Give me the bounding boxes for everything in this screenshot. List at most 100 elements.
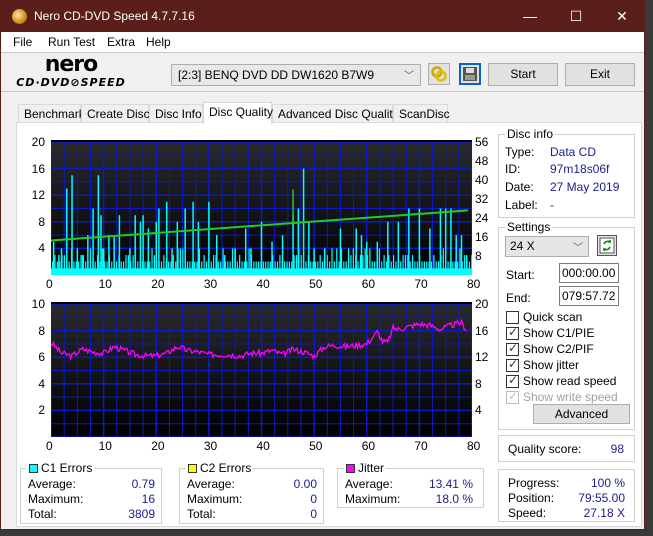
jitter-right-tick-label: 20 xyxy=(475,297,489,311)
c1-maximum-value: 16 xyxy=(141,492,155,506)
jitter-left-tick-label: 10 xyxy=(31,297,45,311)
speed-label: Speed: xyxy=(508,506,547,520)
c1-maximum-label: Maximum: xyxy=(28,492,84,506)
refresh-button[interactable] xyxy=(597,235,617,256)
c1-x-tick-label: 30 xyxy=(203,277,218,291)
logo-cd-dvd-speed-text: CD·DVD⊘SPEED xyxy=(16,76,126,89)
disc-type-label: Type: xyxy=(505,145,535,159)
disc-id-value: 97m18s06f xyxy=(550,162,610,176)
window-title: Nero CD-DVD Speed 4.7.7.16 xyxy=(34,9,195,23)
c1-left-tick-label: 20 xyxy=(31,135,45,149)
c1-c2-error-chart xyxy=(51,140,472,275)
read-speed-line xyxy=(51,209,469,242)
c2-average-value: 0.00 xyxy=(293,477,317,491)
progress-value: 100 % xyxy=(590,476,625,490)
disc-quality-panel: Disc info Type: Data CD ID: 97m18s06f Da… xyxy=(16,122,642,527)
checkbox-show-jitter[interactable] xyxy=(506,357,519,372)
jitter-right-tick-label: 4 xyxy=(475,403,482,418)
c2-maximum-label: Maximum: xyxy=(187,492,243,506)
speed-value: 27.18 X xyxy=(583,506,625,520)
menu-bar: File Run Test Extra Help xyxy=(1,32,644,52)
c1-right-tick-label: 24 xyxy=(475,211,489,225)
chevron-down-icon: ﹀ xyxy=(404,71,414,82)
checkbox-label: Quick scan xyxy=(523,310,583,324)
jitter-average-value: 13.41 % xyxy=(428,477,473,491)
c2-total-value: 0 xyxy=(310,507,317,521)
c1-x-tick-label: 40 xyxy=(256,277,270,291)
position-value: 79:55.00 xyxy=(578,491,625,505)
jitter-left-tick-label: 2 xyxy=(38,403,45,418)
jitter-right-tick-label: 16 xyxy=(475,323,489,338)
minimize-button[interactable]: — xyxy=(507,1,553,32)
tab-create-disc[interactable]: Create Disc xyxy=(81,104,150,123)
c1-color-swatch xyxy=(29,464,38,473)
start-button[interactable]: Start xyxy=(488,63,558,86)
exit-button[interactable]: Exit xyxy=(565,63,635,86)
jitter-title-text: Jitter xyxy=(358,461,385,475)
start-time-input[interactable] xyxy=(559,263,619,283)
jitter-chart xyxy=(51,302,472,437)
checkbox-show-c1-pie[interactable] xyxy=(506,325,519,340)
jitter-maximum-label: Maximum: xyxy=(345,492,401,506)
c2-errors-title-text: C2 Errors xyxy=(200,461,252,475)
jitter-color-swatch xyxy=(346,464,355,473)
checkbox-label: Show jitter xyxy=(523,358,580,372)
c2-color-swatch xyxy=(188,464,197,473)
menu-run-test[interactable]: Run Test xyxy=(48,35,95,49)
disc-date-label: Date: xyxy=(505,180,534,194)
menu-extra[interactable]: Extra xyxy=(107,35,135,49)
settings-title: Settings xyxy=(505,220,553,234)
c1-right-tick-label: 8 xyxy=(475,249,482,263)
jitter-average-label: Average: xyxy=(345,477,393,491)
c1-right-tick-label: 56 xyxy=(475,135,489,149)
title-bar: Nero CD-DVD Speed 4.7.7.16 — ☐ ✕ xyxy=(1,1,644,32)
close-button[interactable]: ✕ xyxy=(599,1,645,32)
checkbox-quick-scan[interactable] xyxy=(506,311,519,324)
jitter-x-tick-label: 30 xyxy=(203,439,218,453)
eject-swap-icon xyxy=(431,66,447,82)
jitter-x-tick-label: 0 xyxy=(46,439,53,453)
disc-type-value: Data CD xyxy=(550,145,597,159)
chevron-down-icon: ﹀ xyxy=(573,243,583,254)
quality-score-group: Quality score: 98 xyxy=(498,435,635,462)
jitter-x-tick-label: 20 xyxy=(151,439,165,453)
c1-left-tick-label: 16 xyxy=(31,161,45,176)
save-button[interactable] xyxy=(459,63,481,85)
save-icon xyxy=(463,67,477,81)
advanced-button[interactable]: Advanced xyxy=(533,404,630,424)
c1-errors-group: C1 Errors Average: 0.79 Maximum: 16 Tota… xyxy=(20,461,162,524)
checkbox-show-write-speed xyxy=(506,389,519,404)
jitter-chart-svg xyxy=(51,304,472,437)
disc-label-value: - xyxy=(550,198,554,212)
tab-disc-quality[interactable]: Disc Quality xyxy=(203,102,273,124)
checkbox-label: Show write speed xyxy=(523,390,618,404)
checkbox-show-c2-pif[interactable] xyxy=(506,341,519,356)
maximize-button[interactable]: ☐ xyxy=(553,1,599,32)
jitter-maximum-value: 18.0 % xyxy=(435,492,473,506)
c1-right-tick-label: 16 xyxy=(475,230,489,244)
eject-swap-button[interactable] xyxy=(428,63,450,85)
nero-logo: nero CD·DVD⊘SPEED xyxy=(11,52,131,91)
jitter-x-tick-label: 80 xyxy=(467,439,481,453)
c1-x-tick-label: 0 xyxy=(46,277,53,291)
c2-errors-title: C2 Errors xyxy=(186,461,254,475)
speed-select[interactable]: 24 X ﹀ xyxy=(505,236,589,257)
menu-help[interactable]: Help xyxy=(146,35,171,49)
menu-file[interactable]: File xyxy=(13,35,32,49)
refresh-icon xyxy=(599,237,615,254)
end-time-input[interactable] xyxy=(559,286,619,306)
disc-id-label: ID: xyxy=(505,162,521,176)
jitter-x-tick-label: 50 xyxy=(309,439,323,453)
checkbox-show-read-speed[interactable] xyxy=(506,373,519,388)
jitter-group: Jitter Average: 13.41 % Maximum: 18.0 % xyxy=(337,461,484,508)
tab-advanced-disc-quality[interactable]: Advanced Disc Quality xyxy=(272,104,399,123)
tab-benchmark[interactable]: Benchmark xyxy=(18,104,85,123)
progress-group: Progress: 100 % Position: 79:55.00 Speed… xyxy=(498,469,635,522)
c1-x-tick-label: 20 xyxy=(151,277,165,291)
drive-select[interactable]: [2:3] BENQ DVD DD DW1620 B7W9 ﹀ xyxy=(171,64,421,86)
tab-scandisc[interactable]: ScanDisc xyxy=(393,104,450,123)
tab-disc-info[interactable]: Disc Info xyxy=(149,104,203,123)
disc-info-group: Disc info Type: Data CD ID: 97m18s06f Da… xyxy=(498,127,635,218)
end-time-label: End: xyxy=(506,291,531,305)
start-time-label: Start: xyxy=(506,268,535,282)
